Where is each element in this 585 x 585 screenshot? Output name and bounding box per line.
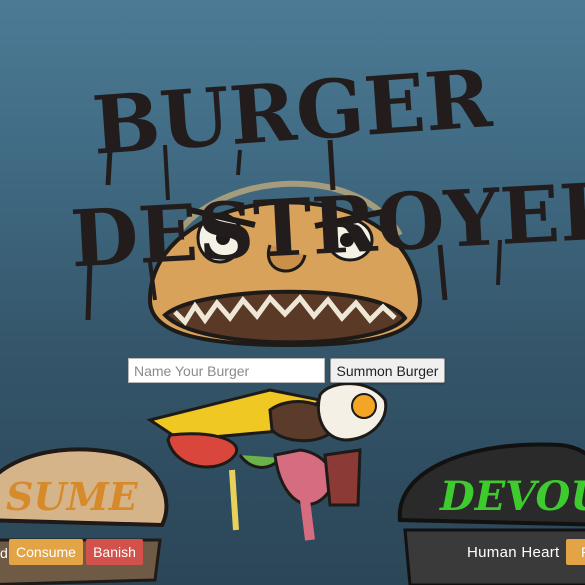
summon-burger-button[interactable]: Summon Burger (330, 358, 445, 383)
left-card-stamp: SUME (6, 474, 139, 519)
right-card-stamp: DEVOU (439, 473, 585, 520)
left-card-partial-label: d (0, 545, 8, 561)
burger-illustration: BURGER DESTROYER SUME DEVOU (0, 51, 585, 585)
ingredient-label: Human Heart (467, 544, 560, 561)
title-word-burger: BURGER (89, 51, 495, 173)
app-stage: BURGER DESTROYER SUME DEVOU Summon Burge… (0, 0, 585, 585)
banish-button[interactable]: Banish (86, 539, 143, 565)
right-card-partial-button[interactable]: R (566, 539, 585, 565)
consume-button[interactable]: Consume (9, 539, 83, 565)
burger-name-input[interactable] (128, 358, 325, 383)
right-card-burger-image: DEVOU (397, 442, 585, 585)
title-word-destroyer: DESTROYER (68, 165, 585, 285)
